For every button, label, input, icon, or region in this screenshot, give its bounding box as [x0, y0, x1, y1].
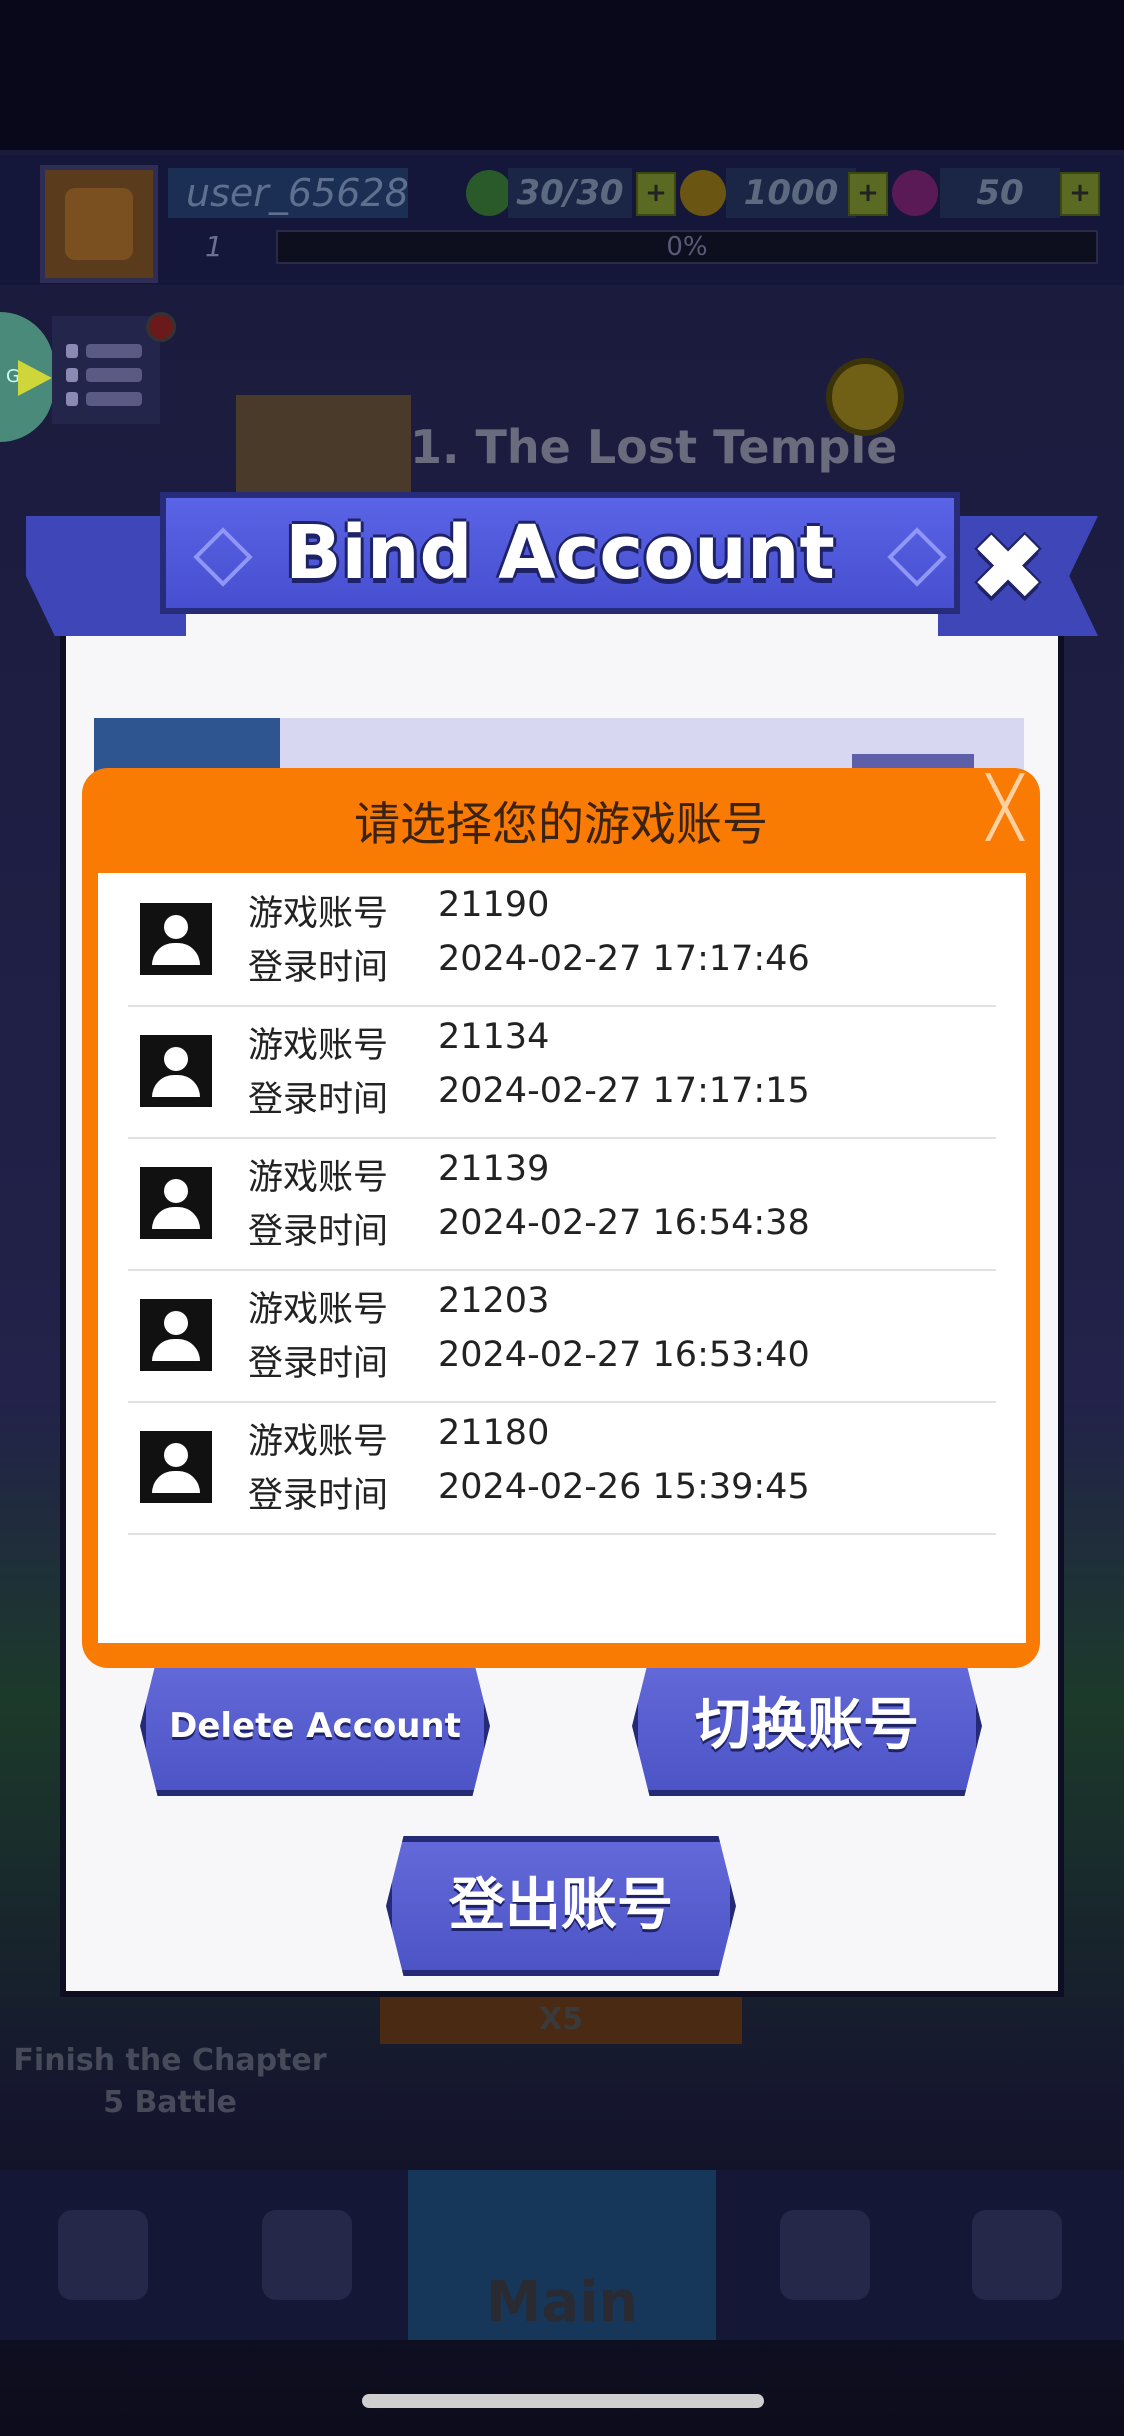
home-indicator[interactable] [362, 2394, 764, 2408]
user-avatar-icon [140, 1431, 212, 1503]
notification-dot [146, 312, 176, 342]
nav-main-label: Main [485, 2270, 639, 2335]
account-label: 游戏账号 [248, 1158, 389, 1198]
account-id: 21203 [438, 1281, 550, 1321]
account-row[interactable]: 游戏账号 21190 登录时间 2024-02-27 17:17:46 [128, 873, 996, 1007]
switch-account-button[interactable]: 切换账号 [632, 1656, 982, 1796]
popup-close-icon[interactable]: ╳ [980, 778, 1030, 836]
account-row[interactable]: 游戏账号 21134 登录时间 2024-02-27 17:17:15 [128, 1005, 996, 1139]
account-id: 21180 [438, 1413, 550, 1453]
user-avatar-icon [140, 903, 212, 975]
coin-icon [680, 170, 726, 216]
logout-button[interactable]: 登出账号 [386, 1836, 736, 1976]
reward-multiplier: X5 [380, 1996, 742, 2044]
login-time: 2024-02-27 16:54:38 [438, 1203, 810, 1243]
user-avatar-icon [140, 1299, 212, 1371]
popup-title: 请选择您的游戏账号 [354, 797, 768, 851]
gm-label: GM [6, 366, 36, 387]
panel-title: Bind Account [285, 510, 835, 596]
menu-list-icon[interactable] [52, 316, 160, 424]
login-time-label: 登录时间 [248, 1476, 389, 1516]
close-icon[interactable]: ✖ [968, 522, 1048, 614]
energy-icon [466, 170, 512, 216]
user-avatar-icon [140, 1167, 212, 1239]
login-time: 2024-02-26 15:39:45 [438, 1467, 810, 1507]
chapter-title: 1. The Lost Temple [410, 420, 898, 474]
account-label: 游戏账号 [248, 894, 389, 934]
nav-equipment-icon[interactable] [262, 2210, 352, 2300]
xp-progress-bar: 0% [276, 230, 1098, 264]
add-gems-button[interactable]: + [1060, 172, 1100, 216]
login-time-label: 登录时间 [248, 1212, 389, 1252]
login-time: 2024-02-27 17:17:15 [438, 1071, 810, 1111]
account-row[interactable]: 游戏账号 21203 登录时间 2024-02-27 16:53:40 [128, 1269, 996, 1403]
login-time-label: 登录时间 [248, 1344, 389, 1384]
delete-account-button[interactable]: Delete Account [140, 1656, 490, 1796]
account-row[interactable]: 游戏账号 21180 登录时间 2024-02-26 15:39:45 [128, 1401, 996, 1535]
nav-trophy-icon[interactable] [972, 2210, 1062, 2300]
nav-heroes-icon[interactable] [58, 2210, 148, 2300]
nav-arena-icon[interactable] [780, 2210, 870, 2300]
energy-value: 30/30 [508, 168, 632, 218]
account-id: 21139 [438, 1149, 550, 1189]
account-row[interactable]: 游戏账号 21139 登录时间 2024-02-27 16:54:38 [128, 1137, 996, 1271]
add-coins-button[interactable]: + [848, 172, 888, 216]
login-time-label: 登录时间 [248, 948, 389, 988]
user-avatar-icon [140, 1035, 212, 1107]
add-energy-button[interactable]: + [636, 172, 676, 216]
player-avatar[interactable] [40, 165, 158, 283]
login-time: 2024-02-27 17:17:46 [438, 939, 810, 979]
player-level: 1 [205, 230, 223, 263]
username-label: user_65628 [168, 168, 409, 218]
mission-text: Finish the Chapter 5 Battle [13, 2043, 327, 2120]
account-label: 游戏账号 [248, 1290, 389, 1330]
coin-reward-icon[interactable] [826, 358, 904, 436]
account-list[interactable]: 游戏账号 21190 登录时间 2024-02-27 17:17:46 游戏账号… [98, 873, 1026, 1643]
login-time: 2024-02-27 16:53:40 [438, 1335, 810, 1375]
account-id: 21134 [438, 1017, 550, 1057]
account-label: 游戏账号 [248, 1026, 389, 1066]
login-time-label: 登录时间 [248, 1080, 389, 1120]
coins-value: 1000 [726, 168, 856, 218]
account-label: 游戏账号 [248, 1422, 389, 1462]
gem-icon [892, 170, 938, 216]
gems-value: 50 [940, 168, 1060, 218]
account-id: 21190 [438, 885, 550, 925]
